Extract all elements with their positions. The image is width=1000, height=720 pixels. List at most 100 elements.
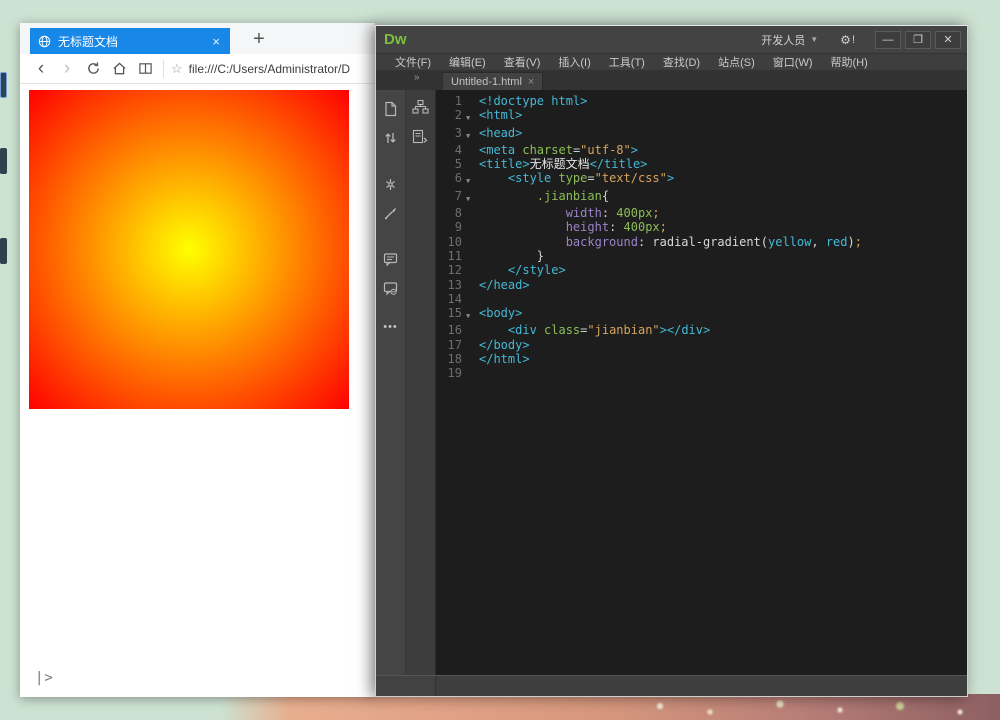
code-text: </body> bbox=[479, 338, 967, 352]
code-text: <div class="jianbian"></div> bbox=[479, 323, 967, 337]
minimize-button[interactable]: — bbox=[875, 31, 901, 49]
menu-item-1[interactable]: 编辑(E) bbox=[440, 54, 495, 70]
back-icon[interactable]: ‹ bbox=[28, 59, 54, 78]
line-number: 18 bbox=[436, 352, 466, 366]
code-line[interactable]: 2▼<html> bbox=[436, 108, 967, 125]
fold-arrow-icon[interactable]: ▼ bbox=[466, 108, 479, 125]
workspace-label: 开发人员 bbox=[761, 32, 805, 48]
code-text: <head> bbox=[479, 126, 967, 143]
menu-item-8[interactable]: 帮助(H) bbox=[822, 54, 877, 70]
code-line[interactable]: 13</head> bbox=[436, 278, 967, 292]
menu-item-2[interactable]: 查看(V) bbox=[495, 54, 550, 70]
forward-icon[interactable]: › bbox=[54, 59, 80, 78]
toolbar-more-icon[interactable]: ••• bbox=[383, 325, 398, 329]
code-line[interactable]: 17 </body> bbox=[436, 338, 967, 352]
browser-tab-title: 无标题文档 bbox=[58, 33, 210, 50]
workspace-switcher[interactable]: 开发人员 ▼ bbox=[753, 29, 826, 51]
linting-icon[interactable] bbox=[382, 175, 400, 193]
code-line[interactable]: 3▼<head> bbox=[436, 126, 967, 143]
line-number: 6 bbox=[436, 171, 466, 188]
code-text: <!doctype html> bbox=[479, 94, 967, 108]
fold-arrow-icon bbox=[466, 323, 479, 337]
code-line[interactable]: 11 } bbox=[436, 249, 967, 263]
tab-overflow-icon[interactable]: » bbox=[414, 72, 420, 83]
open-documents-icon[interactable] bbox=[382, 100, 400, 118]
fold-arrow-icon[interactable]: ▼ bbox=[466, 171, 479, 188]
fold-arrow-icon bbox=[466, 143, 479, 157]
gear-icon: ⚙ bbox=[840, 33, 851, 47]
tab-close-icon[interactable]: × bbox=[528, 76, 534, 88]
home-icon[interactable] bbox=[106, 61, 132, 76]
close-button[interactable]: ✕ bbox=[935, 31, 961, 49]
sidebar-expand-glyph[interactable]: |> bbox=[35, 670, 54, 686]
fold-arrow-icon bbox=[466, 249, 479, 263]
dw-logo: Dw bbox=[384, 31, 407, 48]
code-text: <style type="text/css"> bbox=[479, 171, 967, 188]
toolbar-divider bbox=[163, 60, 164, 78]
code-text bbox=[479, 292, 967, 306]
code-line[interactable]: 16 <div class="jianbian"></div> bbox=[436, 323, 967, 337]
fold-arrow-icon[interactable]: ▼ bbox=[466, 189, 479, 206]
code-line[interactable]: 12 </style> bbox=[436, 263, 967, 277]
favorite-star-icon[interactable]: ☆ bbox=[171, 61, 183, 77]
browser-viewport: |> bbox=[20, 84, 375, 696]
tab-close-icon[interactable]: × bbox=[210, 34, 222, 49]
fold-arrow-icon bbox=[466, 235, 479, 249]
code-line[interactable]: 7▼ .jianbian{ bbox=[436, 189, 967, 206]
code-line[interactable]: 19 bbox=[436, 366, 967, 380]
reading-list-icon[interactable] bbox=[132, 61, 158, 76]
fold-arrow-icon[interactable]: ▼ bbox=[466, 126, 479, 143]
fold-arrow-icon bbox=[466, 338, 479, 352]
code-line[interactable]: 5<title>无标题文档</title> bbox=[436, 157, 967, 171]
line-number: 7 bbox=[436, 189, 466, 206]
menu-item-3[interactable]: 插入(I) bbox=[549, 54, 599, 70]
desktop-icon[interactable] bbox=[0, 72, 7, 98]
fold-arrow-icon bbox=[466, 292, 479, 306]
menu-item-5[interactable]: 查找(D) bbox=[654, 54, 709, 70]
code-line[interactable]: 18</html> bbox=[436, 352, 967, 366]
menu-item-0[interactable]: 文件(F) bbox=[386, 54, 440, 70]
browser-tab-bar: 无标题文档 × + bbox=[20, 23, 375, 54]
code-line[interactable]: 10 background: radial-gradient(yellow, r… bbox=[436, 235, 967, 249]
code-line[interactable]: 4<meta charset="utf-8"> bbox=[436, 143, 967, 157]
code-text: height: 400px; bbox=[479, 220, 967, 234]
status-bar-grip bbox=[376, 676, 436, 696]
line-number: 3 bbox=[436, 126, 466, 143]
dreamweaver-window: Dw 开发人员 ▼ ⚙! — ❐ ✕ 文件(F)编辑(E)查看(V)插入(I)工… bbox=[375, 25, 968, 697]
browser-tab[interactable]: 无标题文档 × bbox=[30, 28, 230, 54]
dom-panel-icon[interactable] bbox=[412, 98, 430, 116]
maximize-button[interactable]: ❐ bbox=[905, 31, 931, 49]
code-line[interactable]: 8 width: 400px; bbox=[436, 206, 967, 220]
document-tab[interactable]: Untitled-1.html × bbox=[442, 72, 543, 90]
dw-title-bar: Dw 开发人员 ▼ ⚙! — ❐ ✕ bbox=[376, 26, 967, 53]
snippets-panel-icon[interactable] bbox=[412, 128, 430, 146]
address-bar[interactable]: file:///C:/Users/Administrator/D bbox=[189, 62, 367, 76]
menu-item-4[interactable]: 工具(T) bbox=[600, 54, 654, 70]
file-management-icon[interactable] bbox=[382, 129, 400, 147]
line-number: 16 bbox=[436, 323, 466, 337]
code-line[interactable]: 14 bbox=[436, 292, 967, 306]
menu-item-6[interactable]: 站点(S) bbox=[709, 54, 764, 70]
new-tab-button[interactable]: + bbox=[244, 25, 274, 53]
chevron-down-icon: ▼ bbox=[810, 35, 818, 44]
desktop-icon[interactable] bbox=[0, 148, 7, 174]
line-number: 15 bbox=[436, 306, 466, 323]
desktop-icon[interactable] bbox=[0, 238, 7, 264]
remove-comment-icon[interactable] bbox=[382, 279, 400, 297]
dw-common-toolbar: ••• bbox=[376, 90, 406, 675]
line-number: 13 bbox=[436, 278, 466, 292]
code-line[interactable]: 9 height: 400px; bbox=[436, 220, 967, 234]
apply-comment-icon[interactable] bbox=[382, 250, 400, 268]
line-number: 17 bbox=[436, 338, 466, 352]
code-line[interactable]: 15▼<body> bbox=[436, 306, 967, 323]
code-editor[interactable]: 1<!doctype html>2▼<html>3▼<head>4<meta c… bbox=[436, 90, 967, 675]
menu-item-7[interactable]: 窗口(W) bbox=[764, 54, 822, 70]
line-number: 4 bbox=[436, 143, 466, 157]
format-source-icon[interactable] bbox=[382, 204, 400, 222]
sync-settings-button[interactable]: ⚙! bbox=[826, 33, 865, 47]
line-number: 9 bbox=[436, 220, 466, 234]
refresh-icon[interactable] bbox=[80, 61, 106, 76]
code-line[interactable]: 6▼ <style type="text/css"> bbox=[436, 171, 967, 188]
fold-arrow-icon[interactable]: ▼ bbox=[466, 306, 479, 323]
code-line[interactable]: 1<!doctype html> bbox=[436, 94, 967, 108]
